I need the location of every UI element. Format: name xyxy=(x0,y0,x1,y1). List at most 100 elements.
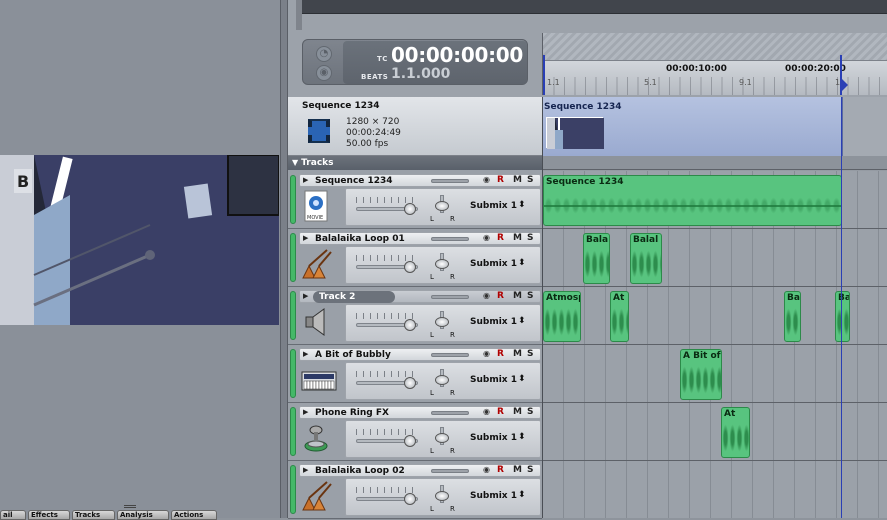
volume-knob[interactable] xyxy=(404,377,416,389)
volume-knob[interactable] xyxy=(404,203,416,215)
track-height-slider[interactable] xyxy=(431,295,469,299)
tab-details[interactable]: ail xyxy=(0,510,26,520)
record-arm-icon[interactable]: ◉ xyxy=(483,407,490,416)
volume-slider[interactable] xyxy=(356,435,418,447)
pan-knob[interactable] xyxy=(435,259,449,269)
record-arm-icon[interactable]: ◉ xyxy=(483,291,490,300)
tab-actions[interactable]: Actions xyxy=(171,510,217,520)
track-header[interactable]: ▶ Sequence 1234 ◉ R M S xyxy=(299,174,541,187)
audio-clip[interactable]: A Bit of xyxy=(680,349,722,400)
tab-effects[interactable]: Effects xyxy=(28,510,70,520)
pan-knob[interactable] xyxy=(435,201,449,211)
track-row[interactable]: ▶ Sequence 1234 ◉ R M S MOVIE L R Submix… xyxy=(288,171,542,229)
submix-select[interactable]: Submix 1 xyxy=(470,259,517,269)
metronome-icon[interactable]: ◉ xyxy=(316,65,332,81)
panel-splitter[interactable] xyxy=(280,0,288,518)
disclosure-down-icon[interactable]: ▼ xyxy=(292,156,298,170)
track-height-slider[interactable] xyxy=(431,411,469,415)
solo-button[interactable]: S xyxy=(527,465,533,475)
track-header[interactable]: ▶ A Bit of Bubbly ◉ R M S xyxy=(299,348,541,361)
video-viewer[interactable]: B xyxy=(0,155,279,325)
track-lane[interactable]: At xyxy=(543,403,887,461)
track-height-slider[interactable] xyxy=(431,237,469,241)
mute-button[interactable]: M xyxy=(513,349,522,359)
record-button[interactable]: R xyxy=(497,465,504,475)
track-row[interactable]: ▶ Balalaika Loop 01 ◉ R M S L R Submix 1… xyxy=(288,229,542,287)
pan-control[interactable]: L R xyxy=(430,311,455,339)
volume-slider[interactable] xyxy=(356,203,418,215)
track-height-slider[interactable] xyxy=(431,353,469,357)
volume-slider[interactable] xyxy=(356,377,418,389)
pan-control[interactable]: L R xyxy=(430,253,455,281)
audio-clip[interactable]: At xyxy=(610,291,629,342)
updown-arrows-icon[interactable]: ⬍ xyxy=(518,258,526,268)
pan-knob[interactable] xyxy=(435,317,449,327)
volume-knob[interactable] xyxy=(404,493,416,505)
audio-clip[interactable]: Atmosp xyxy=(543,291,581,342)
record-button[interactable]: R xyxy=(497,349,504,359)
track-lane[interactable]: Sequence 1234 xyxy=(543,171,887,229)
solo-button[interactable]: S xyxy=(527,175,533,185)
disclosure-right-icon[interactable]: ▶ xyxy=(303,466,308,474)
volume-slider[interactable] xyxy=(356,493,418,505)
submix-select[interactable]: Submix 1 xyxy=(470,375,517,385)
track-header[interactable]: ▶ Balalaika Loop 02 ◉ R M S xyxy=(299,464,541,477)
disclosure-right-icon[interactable]: ▶ xyxy=(303,350,308,358)
volume-knob[interactable] xyxy=(404,319,416,331)
solo-button[interactable]: S xyxy=(527,233,533,243)
track-header[interactable]: ▶ Balalaika Loop 01 ◉ R M S xyxy=(299,232,541,245)
audio-clip[interactable]: Ba xyxy=(784,291,801,342)
track-row[interactable]: ▶ Phone Ring FX ◉ R M S L R Submix 1 ⬍ xyxy=(288,403,542,461)
submix-select[interactable]: Submix 1 xyxy=(470,491,517,501)
disclosure-right-icon[interactable]: ▶ xyxy=(303,292,308,300)
mute-button[interactable]: M xyxy=(513,233,522,243)
track-row[interactable]: ▶ Track 2 ◉ R M S L R Submix 1 ⬍ xyxy=(288,287,542,345)
volume-knob[interactable] xyxy=(404,261,416,273)
audio-clip[interactable]: Sequence 1234 xyxy=(543,175,842,226)
track-lane[interactable]: Bala Balal xyxy=(543,229,887,287)
solo-button[interactable]: S xyxy=(527,407,533,417)
record-button[interactable]: R xyxy=(497,175,504,185)
timecode-box[interactable]: TC 00:00:00:00 BEATS 1.1.000 xyxy=(343,41,527,84)
tab-analysis[interactable]: Analysis xyxy=(117,510,169,520)
pan-knob[interactable] xyxy=(435,375,449,385)
pan-control[interactable]: L R xyxy=(430,369,455,397)
tracks-section-header[interactable]: ▼ Tracks xyxy=(288,156,542,170)
track-lane[interactable] xyxy=(543,461,887,518)
disclosure-right-icon[interactable]: ▶ xyxy=(303,176,308,184)
volume-slider[interactable] xyxy=(356,261,418,273)
updown-arrows-icon[interactable]: ⬍ xyxy=(518,374,526,384)
record-arm-icon[interactable]: ◉ xyxy=(483,465,490,474)
mute-button[interactable]: M xyxy=(513,175,522,185)
audio-clip[interactable]: Bala xyxy=(583,233,610,284)
submix-select[interactable]: Submix 1 xyxy=(470,201,517,211)
record-button[interactable]: R xyxy=(497,233,504,243)
record-arm-icon[interactable]: ◉ xyxy=(483,175,490,184)
updown-arrows-icon[interactable]: ⬍ xyxy=(518,316,526,326)
clock-icon[interactable]: ◔ xyxy=(316,46,332,62)
solo-button[interactable]: S xyxy=(527,349,533,359)
end-marker-icon[interactable] xyxy=(842,79,848,91)
audio-clip[interactable]: Balal xyxy=(630,233,662,284)
pan-control[interactable]: L R xyxy=(430,195,455,223)
pan-control[interactable]: L R xyxy=(430,427,455,455)
sequence-preview-clip[interactable]: Sequence 1234 xyxy=(543,97,843,156)
solo-button[interactable]: S xyxy=(527,291,533,301)
timeline-ruler[interactable]: 00:00:10:00 00:00:20:00 1.1 5.1 9.1 1 xyxy=(542,33,887,95)
track-name[interactable]: Track 2 xyxy=(313,291,396,303)
timeline-area[interactable]: Sequence 1234 Sequence 1234 Bala Balal A… xyxy=(542,97,887,518)
record-arm-icon[interactable]: ◉ xyxy=(483,349,490,358)
record-button[interactable]: R xyxy=(497,407,504,417)
pan-control[interactable]: L R xyxy=(430,485,455,513)
sequence-header[interactable]: Sequence 1234 1280 × 720 00:00:24:49 50.… xyxy=(288,97,542,156)
updown-arrows-icon[interactable]: ⬍ xyxy=(518,200,526,210)
track-row[interactable]: ▶ A Bit of Bubbly ◉ R M S L R Submix 1 ⬍ xyxy=(288,345,542,403)
tab-tracks[interactable]: Tracks xyxy=(72,510,115,520)
pan-knob[interactable] xyxy=(435,433,449,443)
track-header[interactable]: ▶ Phone Ring FX ◉ R M S xyxy=(299,406,541,419)
updown-arrows-icon[interactable]: ⬍ xyxy=(518,490,526,500)
submix-select[interactable]: Submix 1 xyxy=(470,433,517,443)
track-height-slider[interactable] xyxy=(431,469,469,473)
pan-knob[interactable] xyxy=(435,491,449,501)
track-height-slider[interactable] xyxy=(431,179,469,183)
